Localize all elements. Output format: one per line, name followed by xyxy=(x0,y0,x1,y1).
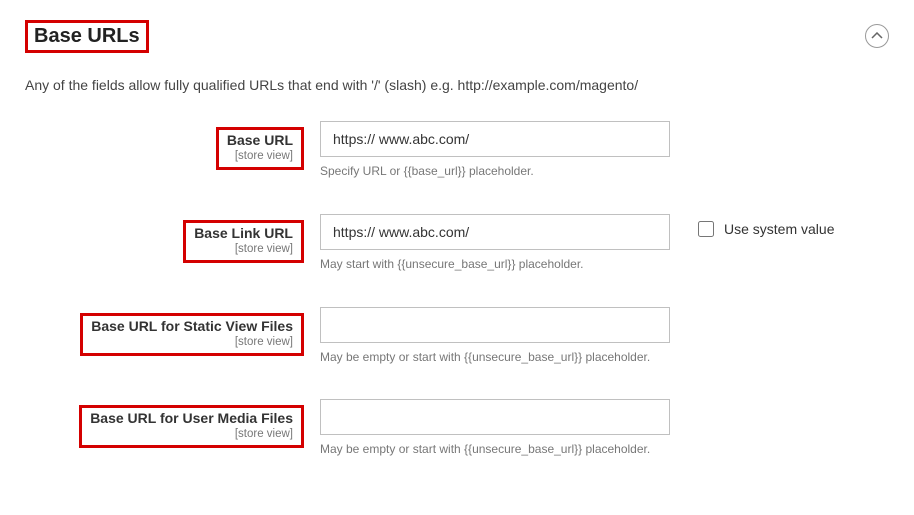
input-column: May be empty or start with {{unsecure_ba… xyxy=(320,399,670,458)
field-base-link-url: Base Link URL [store view] May start wit… xyxy=(25,214,889,273)
base-media-url-input[interactable] xyxy=(320,399,670,435)
label-column: Base Link URL [store view] xyxy=(25,214,320,263)
field-label: Base URL for User Media Files xyxy=(90,411,293,427)
field-scope: [store view] xyxy=(91,336,293,349)
label-base-link-url: Base Link URL [store view] xyxy=(183,220,304,263)
input-column: May be empty or start with {{unsecure_ba… xyxy=(320,307,670,366)
section-header: Base URLs xyxy=(25,20,889,53)
field-hint: Specify URL or {{base_url}} placeholder. xyxy=(320,163,670,180)
field-scope: [store view] xyxy=(194,243,293,256)
field-label: Base Link URL xyxy=(194,226,293,242)
input-column: May start with {{unsecure_base_url}} pla… xyxy=(320,214,670,273)
field-base-url: Base URL [store view] Specify URL or {{b… xyxy=(25,121,889,180)
field-scope: [store view] xyxy=(90,428,293,441)
field-label: Base URL xyxy=(227,133,293,149)
base-link-url-input[interactable] xyxy=(320,214,670,250)
field-scope: [store view] xyxy=(227,150,293,163)
label-column: Base URL for User Media Files [store vie… xyxy=(25,399,320,448)
use-system-label[interactable]: Use system value xyxy=(724,221,834,237)
label-column: Base URL [store view] xyxy=(25,121,320,170)
field-hint: May be empty or start with {{unsecure_ba… xyxy=(320,441,670,458)
field-base-media-url: Base URL for User Media Files [store vie… xyxy=(25,399,889,458)
field-base-static-url: Base URL for Static View Files [store vi… xyxy=(25,307,889,366)
field-hint: May be empty or start with {{unsecure_ba… xyxy=(320,349,670,366)
label-column: Base URL for Static View Files [store vi… xyxy=(25,307,320,356)
label-base-static-url: Base URL for Static View Files [store vi… xyxy=(80,313,304,356)
collapse-toggle[interactable] xyxy=(865,24,889,48)
input-column: Specify URL or {{base_url}} placeholder. xyxy=(320,121,670,180)
field-label: Base URL for Static View Files xyxy=(91,319,293,335)
section-title: Base URLs xyxy=(25,20,149,53)
chevron-up-icon xyxy=(871,32,883,40)
base-url-input[interactable] xyxy=(320,121,670,157)
label-base-url: Base URL [store view] xyxy=(216,127,304,170)
base-static-url-input[interactable] xyxy=(320,307,670,343)
use-system-column: Use system value xyxy=(670,214,834,237)
field-hint: May start with {{unsecure_base_url}} pla… xyxy=(320,256,670,273)
section-description: Any of the fields allow fully qualified … xyxy=(25,77,889,93)
label-base-media-url: Base URL for User Media Files [store vie… xyxy=(79,405,304,448)
use-system-checkbox[interactable] xyxy=(698,221,714,237)
